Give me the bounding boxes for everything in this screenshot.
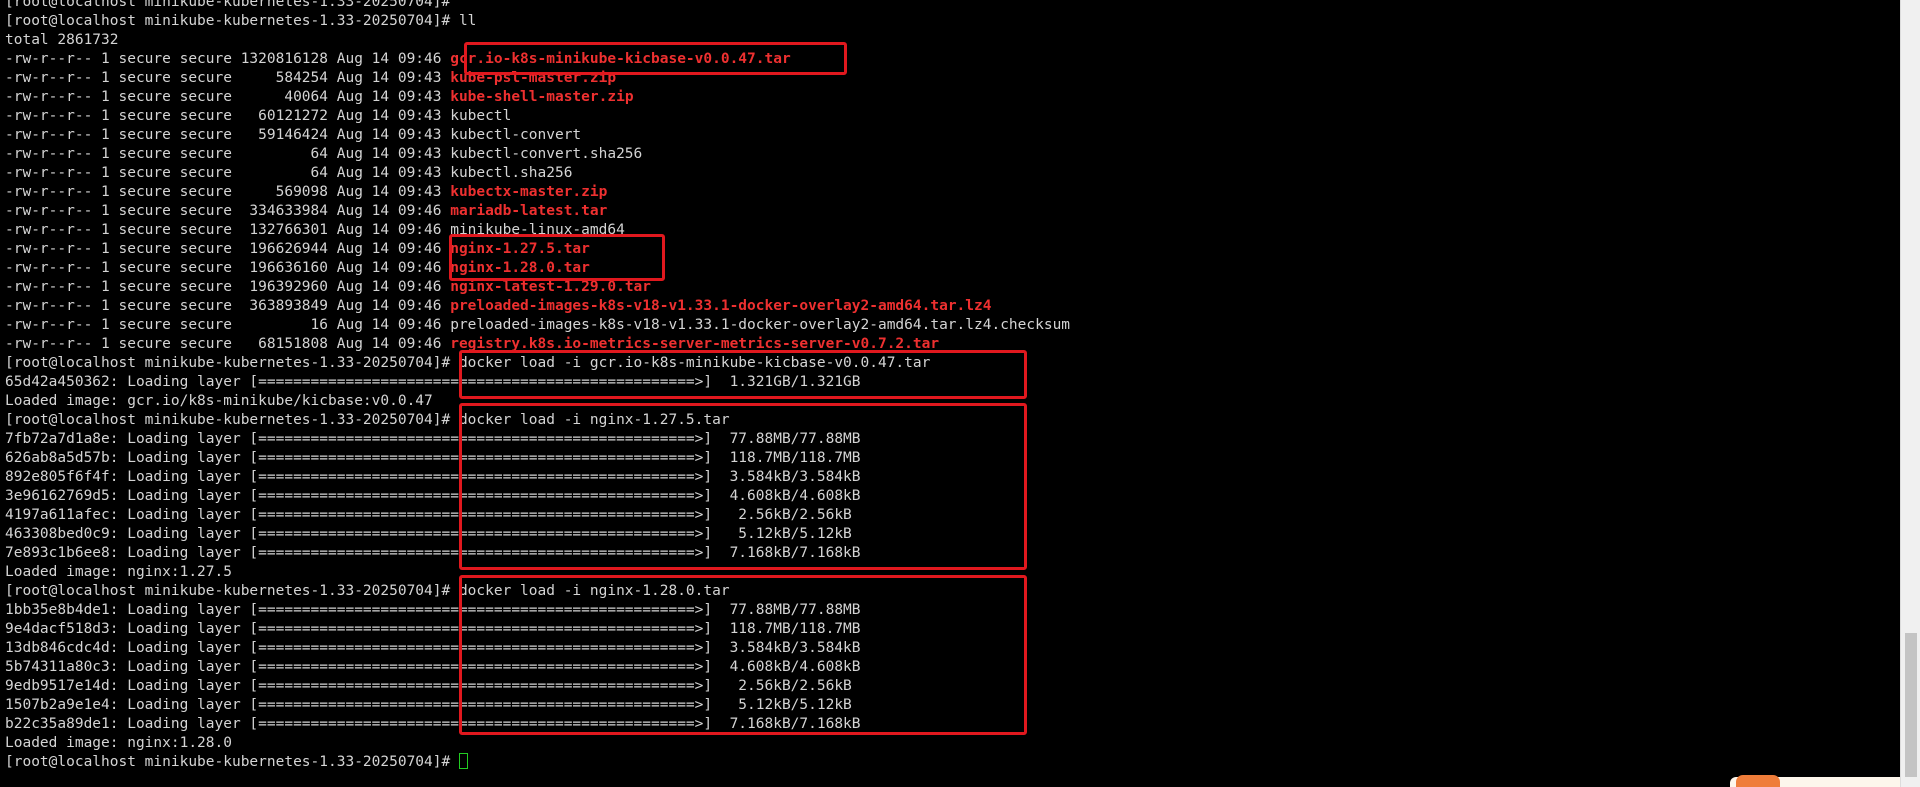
terminal-text: [root@localhost minikube-kubernetes-1.33…: [5, 412, 730, 428]
terminal-text: -rw-r--r-- 1 secure secure 60121272 Aug …: [5, 108, 512, 124]
terminal-line: 9e4dacf518d3: Loading layer [===========…: [5, 620, 1070, 639]
terminal-line: 7fb72a7d1a8e: Loading layer [===========…: [5, 430, 1070, 449]
terminal-text: 892e805f6f4f: Loading layer [===========…: [5, 469, 861, 485]
terminal-text: -rw-r--r-- 1 secure secure 16 Aug 14 09:…: [5, 317, 1071, 333]
terminal-text: -rw-r--r-- 1 secure secure 569098 Aug 14…: [5, 184, 451, 200]
terminal-line: -rw-r--r-- 1 secure secure 334633984 Aug…: [5, 202, 1070, 221]
terminal-line: 892e805f6f4f: Loading layer [===========…: [5, 468, 1070, 487]
terminal-line: Loaded image: nginx:1.28.0: [5, 734, 1070, 753]
terminal-text: [root@localhost minikube-kubernetes-1.33…: [5, 754, 459, 770]
terminal-text: -rw-r--r-- 1 secure secure 59146424 Aug …: [5, 127, 582, 143]
terminal-text: 7e893c1b6ee8: Loading layer [===========…: [5, 545, 861, 561]
taskbar-app-tab[interactable]: [1736, 775, 1780, 787]
archive-filename: nginx-latest-1.29.0.tar: [450, 279, 652, 295]
terminal-text: 4197a611afec: Loading layer [===========…: [5, 507, 852, 523]
terminal-text: 13db846cdc4d: Loading layer [===========…: [5, 640, 861, 656]
terminal-line: Loaded image: gcr.io/k8s-minikube/kicbas…: [5, 392, 1070, 411]
terminal-text: -rw-r--r-- 1 secure secure 196636160 Aug…: [5, 260, 451, 276]
terminal-text: -rw-r--r-- 1 secure secure 196392960 Aug…: [5, 279, 451, 295]
terminal-text: -rw-r--r-- 1 secure secure 363893849 Aug…: [5, 298, 451, 314]
terminal-text: 1507b2a9e1e4: Loading layer [===========…: [5, 697, 852, 713]
terminal-text: 5b74311a80c3: Loading layer [===========…: [5, 659, 861, 675]
terminal-line: 7e893c1b6ee8: Loading layer [===========…: [5, 544, 1070, 563]
terminal-text: -rw-r--r-- 1 secure secure 584254 Aug 14…: [5, 70, 451, 86]
terminal-window[interactable]: [root@localhost minikube-kubernetes-1.33…: [0, 0, 1900, 787]
terminal-line: -rw-r--r-- 1 secure secure 196626944 Aug…: [5, 240, 1070, 259]
terminal-text: Loaded image: gcr.io/k8s-minikube/kicbas…: [5, 393, 433, 409]
terminal-text: 626ab8a5d57b: Loading layer [===========…: [5, 450, 861, 466]
terminal-line: [root@localhost minikube-kubernetes-1.33…: [5, 582, 1070, 601]
archive-filename: registry.k8s.io-metrics-server-metrics-s…: [450, 336, 940, 352]
terminal-line: [root@localhost minikube-kubernetes-1.33…: [5, 411, 1070, 430]
terminal-text: -rw-r--r-- 1 secure secure 40064 Aug 14 …: [5, 89, 451, 105]
terminal-text: -rw-r--r-- 1 secure secure 64 Aug 14 09:…: [5, 165, 573, 181]
terminal-line: [root@localhost minikube-kubernetes-1.33…: [5, 0, 1070, 12]
terminal-line: -rw-r--r-- 1 secure secure 68151808 Aug …: [5, 335, 1070, 354]
terminal-text: [root@localhost minikube-kubernetes-1.33…: [5, 13, 477, 29]
terminal-line: -rw-r--r-- 1 secure secure 569098 Aug 14…: [5, 183, 1070, 202]
terminal-line: -rw-r--r-- 1 secure secure 132766301 Aug…: [5, 221, 1070, 240]
archive-filename: preloaded-images-k8s-v18-v1.33.1-docker-…: [450, 298, 992, 314]
terminal-line: b22c35a89de1: Loading layer [===========…: [5, 715, 1070, 734]
scrollbar-thumb[interactable]: [1905, 633, 1917, 777]
terminal-text: -rw-r--r-- 1 secure secure 196626944 Aug…: [5, 241, 451, 257]
terminal-line: -rw-r--r-- 1 secure secure 40064 Aug 14 …: [5, 88, 1070, 107]
terminal-line: -rw-r--r-- 1 secure secure 196636160 Aug…: [5, 259, 1070, 278]
terminal-text: 463308bed0c9: Loading layer [===========…: [5, 526, 852, 542]
archive-filename: gcr.io-k8s-minikube-kicbase-v0.0.47.tar: [450, 51, 791, 67]
terminal-text: total 2861732: [5, 32, 119, 48]
terminal-text: -rw-r--r-- 1 secure secure 334633984 Aug…: [5, 203, 451, 219]
terminal-line: 1507b2a9e1e4: Loading layer [===========…: [5, 696, 1070, 715]
terminal-line: 13db846cdc4d: Loading layer [===========…: [5, 639, 1070, 658]
terminal-line: -rw-r--r-- 1 secure secure 584254 Aug 14…: [5, 69, 1070, 88]
terminal-text: [root@localhost minikube-kubernetes-1.33…: [5, 0, 459, 10]
terminal-line: -rw-r--r-- 1 secure secure 196392960 Aug…: [5, 278, 1070, 297]
terminal-text: [root@localhost minikube-kubernetes-1.33…: [5, 583, 730, 599]
terminal-line: 1bb35e8b4de1: Loading layer [===========…: [5, 601, 1070, 620]
archive-filename: mariadb-latest.tar: [450, 203, 608, 219]
terminal-text: -rw-r--r-- 1 secure secure 1320816128 Au…: [5, 51, 451, 67]
terminal-text: 1bb35e8b4de1: Loading layer [===========…: [5, 602, 861, 618]
terminal-text: b22c35a89de1: Loading layer [===========…: [5, 716, 861, 732]
terminal-text: -rw-r--r-- 1 secure secure 132766301 Aug…: [5, 222, 625, 238]
terminal-line: -rw-r--r-- 1 secure secure 59146424 Aug …: [5, 126, 1070, 145]
terminal-line: -rw-r--r-- 1 secure secure 363893849 Aug…: [5, 297, 1070, 316]
terminal-line: 3e96162769d5: Loading layer [===========…: [5, 487, 1070, 506]
terminal-text: -rw-r--r-- 1 secure secure 68151808 Aug …: [5, 336, 451, 352]
terminal-line: [root@localhost minikube-kubernetes-1.33…: [5, 354, 1070, 373]
archive-filename: nginx-1.28.0.tar: [450, 260, 590, 276]
terminal-line: [root@localhost minikube-kubernetes-1.33…: [5, 753, 1070, 772]
terminal-text: -rw-r--r-- 1 secure secure 64 Aug 14 09:…: [5, 146, 643, 162]
terminal-output: [root@localhost minikube-kubernetes-1.33…: [5, 0, 1070, 772]
terminal-line: 626ab8a5d57b: Loading layer [===========…: [5, 449, 1070, 468]
terminal-line: [root@localhost minikube-kubernetes-1.33…: [5, 12, 1070, 31]
terminal-text: 65d42a450362: Loading layer [===========…: [5, 374, 861, 390]
vertical-scrollbar[interactable]: [1900, 0, 1920, 787]
terminal-line: -rw-r--r-- 1 secure secure 60121272 Aug …: [5, 107, 1070, 126]
archive-filename: kubectx-master.zip: [450, 184, 608, 200]
terminal-line: -rw-r--r-- 1 secure secure 64 Aug 14 09:…: [5, 145, 1070, 164]
terminal-line: Loaded image: nginx:1.27.5: [5, 563, 1070, 582]
terminal-text: 7fb72a7d1a8e: Loading layer [===========…: [5, 431, 861, 447]
terminal-line: 4197a611afec: Loading layer [===========…: [5, 506, 1070, 525]
terminal-text: 9edb9517e14d: Loading layer [===========…: [5, 678, 852, 694]
terminal-line: total 2861732: [5, 31, 1070, 50]
terminal-line: 5b74311a80c3: Loading layer [===========…: [5, 658, 1070, 677]
terminal-line: 463308bed0c9: Loading layer [===========…: [5, 525, 1070, 544]
terminal-text: Loaded image: nginx:1.28.0: [5, 735, 232, 751]
terminal-line: -rw-r--r-- 1 secure secure 16 Aug 14 09:…: [5, 316, 1070, 335]
archive-filename: kube-shell-master.zip: [450, 89, 634, 105]
terminal-text: [root@localhost minikube-kubernetes-1.33…: [5, 355, 931, 371]
cursor-block-icon: [458, 753, 468, 769]
terminal-line: 9edb9517e14d: Loading layer [===========…: [5, 677, 1070, 696]
terminal-text: 9e4dacf518d3: Loading layer [===========…: [5, 621, 861, 637]
archive-filename: kube-psl-master.zip: [450, 70, 617, 86]
terminal-line: 65d42a450362: Loading layer [===========…: [5, 373, 1070, 392]
terminal-text: Loaded image: nginx:1.27.5: [5, 564, 232, 580]
terminal-text: 3e96162769d5: Loading layer [===========…: [5, 488, 861, 504]
terminal-line: -rw-r--r-- 1 secure secure 64 Aug 14 09:…: [5, 164, 1070, 183]
archive-filename: nginx-1.27.5.tar: [450, 241, 590, 257]
terminal-line: -rw-r--r-- 1 secure secure 1320816128 Au…: [5, 50, 1070, 69]
